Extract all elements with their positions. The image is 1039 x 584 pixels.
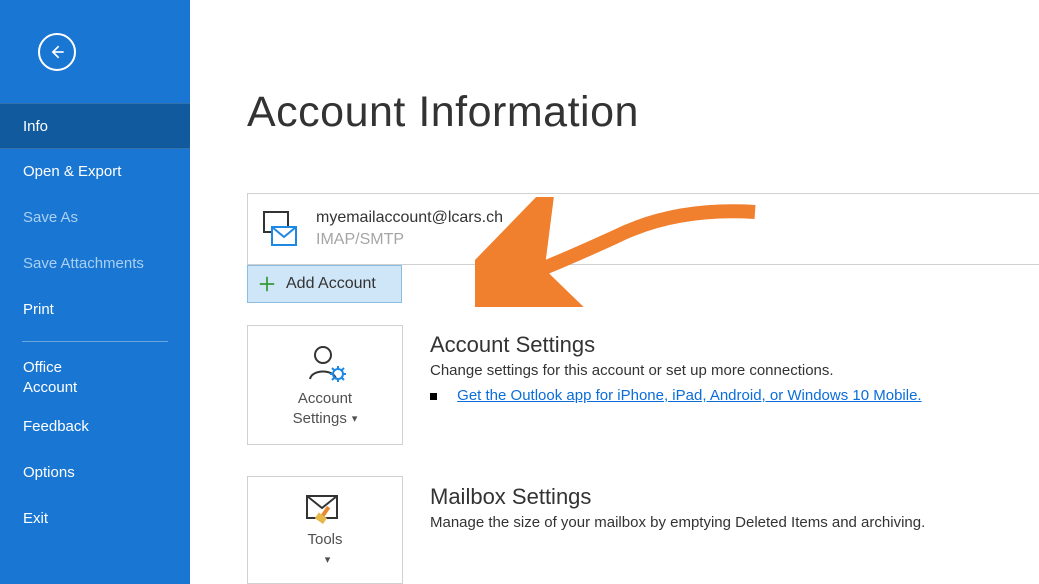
chevron-down-icon: ▾: [352, 413, 358, 425]
sidebar-item-office-account[interactable]: OfficeAccount: [0, 352, 190, 404]
section-mailbox-settings: Mailbox Settings Manage the size of your…: [430, 484, 1029, 531]
bullet-row: Get the Outlook app for iPhone, iPad, An…: [430, 387, 1029, 404]
account-type: IMAP/SMTP: [316, 229, 503, 251]
main-panel: Account Information myemailaccount@lcars…: [190, 0, 1039, 584]
back-row: [0, 0, 190, 103]
sidebar-separator: [22, 341, 168, 342]
account-email: myemailaccount@lcars.ch: [316, 207, 503, 229]
sidebar-item-label: Options: [23, 464, 75, 481]
back-button[interactable]: [38, 33, 76, 71]
sidebar-item-options[interactable]: Options: [0, 450, 190, 496]
account-icon: [260, 209, 300, 249]
sidebar-item-save-as: Save As: [0, 195, 190, 241]
sidebar-item-save-attachments: Save Attachments: [0, 241, 190, 287]
account-lines: myemailaccount@lcars.ch IMAP/SMTP: [316, 207, 503, 251]
sidebar-item-label: OfficeAccount: [23, 359, 77, 396]
outlook-app-link[interactable]: Get the Outlook app for iPhone, iPad, An…: [457, 387, 921, 404]
account-selector[interactable]: myemailaccount@lcars.ch IMAP/SMTP: [247, 193, 1039, 265]
sidebar-item-open-export[interactable]: Open & Export: [0, 149, 190, 195]
arrow-left-icon: [47, 42, 67, 62]
plus-icon: [258, 275, 276, 293]
add-account-label: Add Account: [286, 275, 376, 293]
sidebar-item-print[interactable]: Print: [0, 287, 190, 333]
account-settings-button[interactable]: Account Settings▾: [247, 325, 403, 445]
section-desc: Change settings for this account or set …: [430, 362, 1029, 379]
sidebar-item-label: Save As: [23, 209, 78, 226]
sidebar-item-label: Exit: [23, 510, 48, 527]
person-gear-icon: [303, 341, 347, 385]
sidebar-item-label: Feedback: [23, 418, 89, 435]
sidebar-item-feedback[interactable]: Feedback: [0, 404, 190, 450]
bullet-icon: [430, 393, 437, 400]
sidebar-item-info[interactable]: Info: [0, 103, 190, 149]
sidebar-item-exit[interactable]: Exit: [0, 496, 190, 542]
tools-button[interactable]: Tools ▾: [247, 476, 403, 584]
page-title: Account Information: [247, 88, 639, 137]
section-account-settings: Account Settings Change settings for thi…: [430, 332, 1029, 404]
add-account-button[interactable]: Add Account: [247, 265, 402, 303]
card-label: Account Settings▾: [293, 389, 358, 429]
section-desc: Manage the size of your mailbox by empty…: [430, 514, 1029, 531]
section-title: Account Settings: [430, 332, 1029, 358]
section-title: Mailbox Settings: [430, 484, 1029, 510]
mailbox-broom-icon: [303, 490, 347, 526]
card-label: Tools ▾: [307, 530, 342, 570]
chevron-down-icon: ▾: [325, 554, 331, 566]
sidebar-item-label: Print: [23, 301, 54, 318]
sidebar-item-label: Save Attachments: [23, 255, 144, 272]
sidebar-item-label: Open & Export: [23, 163, 121, 180]
backstage-sidebar: Info Open & Export Save As Save Attachme…: [0, 0, 190, 584]
sidebar-item-label: Info: [23, 118, 48, 135]
